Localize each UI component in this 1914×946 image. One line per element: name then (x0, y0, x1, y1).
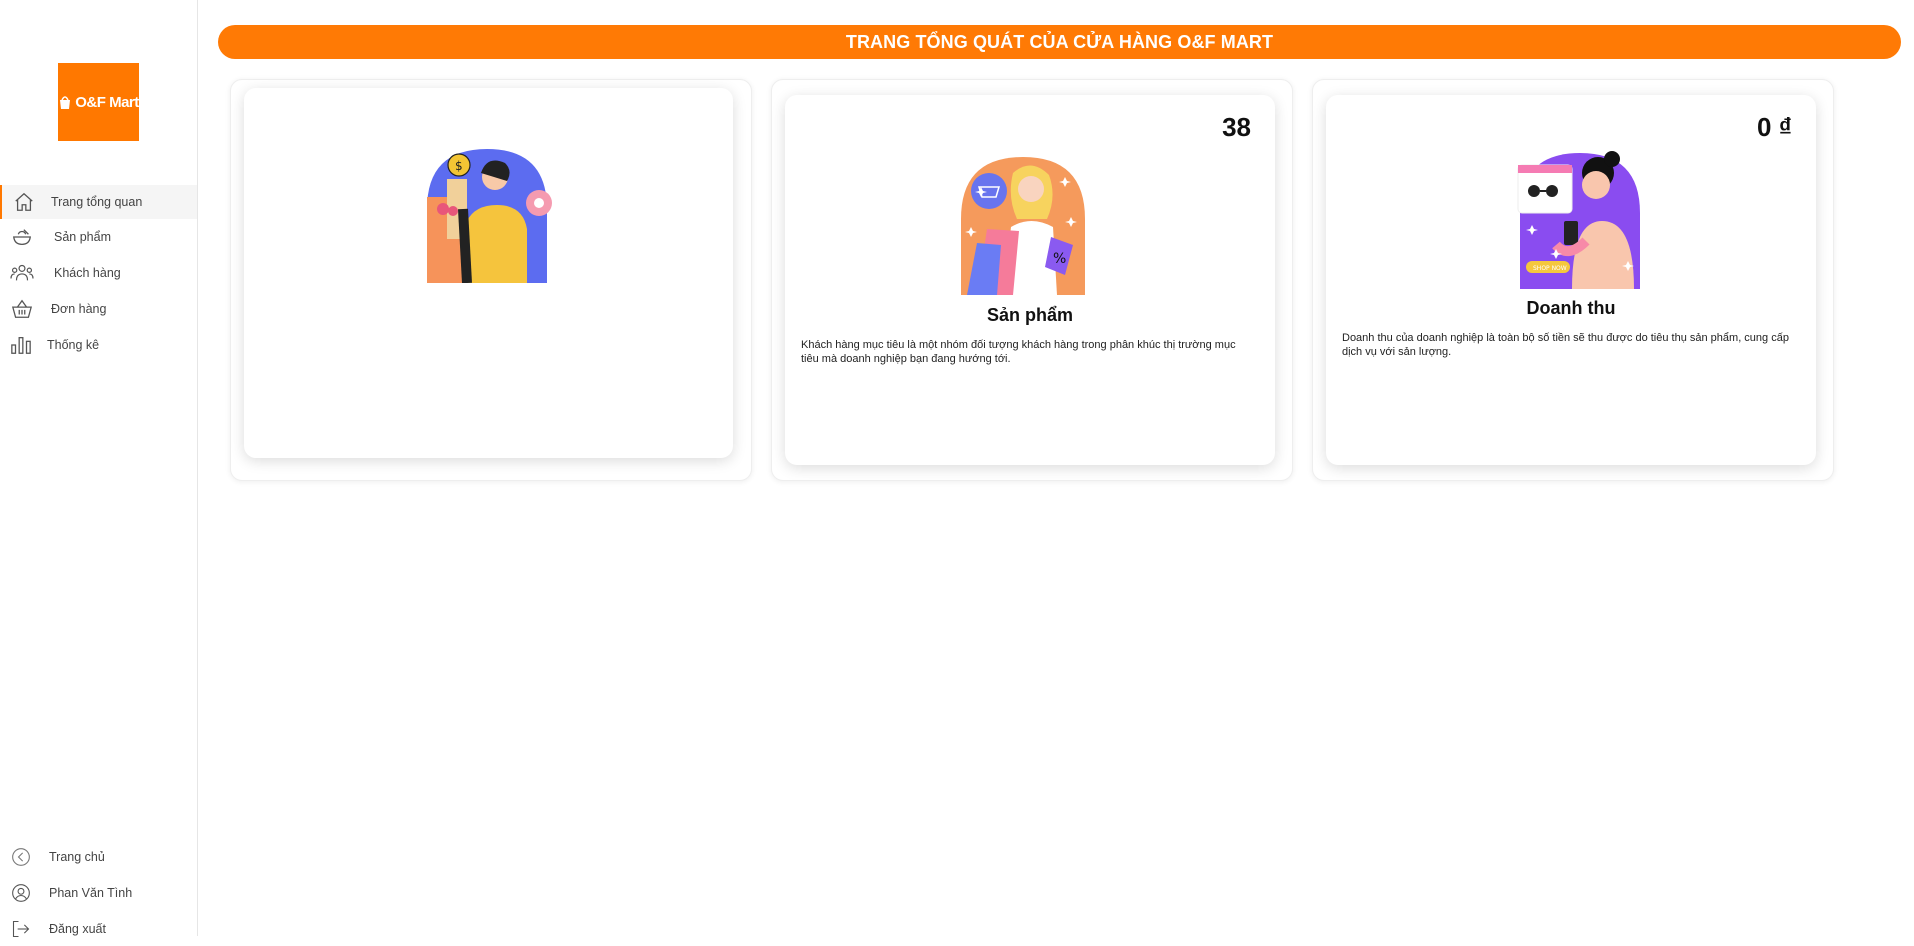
svg-text:SHOP NOW: SHOP NOW (1533, 265, 1567, 272)
online-shopping-woman-illustration: SHOP NOW (1516, 149, 1640, 294)
sidebar-item-label: Đăng xuất (49, 922, 106, 936)
card-description: Doanh thu của doanh nghiệp là toàn bộ số… (1342, 332, 1789, 358)
sidebar-item-dashboard[interactable]: Trang tổng quan (0, 185, 197, 219)
sidebar-item-label: Trang chủ (49, 850, 105, 864)
home-icon (12, 190, 36, 214)
user-circle-icon (9, 881, 33, 905)
shopper-with-bag-illustration: $ (427, 149, 555, 288)
chevron-left-circle-icon (9, 845, 33, 869)
card-description: Khách hàng mục tiêu là một nhóm đối tượn… (801, 339, 1236, 365)
users-icon (10, 261, 34, 285)
sidebar-item-label: Trang tổng quan (51, 195, 143, 209)
stat-card[interactable]: 0 ₫ SHOP NOW Doanh thu Doanh thu của doa… (1326, 95, 1816, 465)
bowl-icon (10, 225, 34, 249)
sidebar-item-orders[interactable]: Đơn hàng (0, 292, 197, 326)
stat-card-container: 0 ₫ SHOP NOW Doanh thu Doanh thu của doa… (1312, 79, 1834, 481)
basket-logo-icon (58, 94, 72, 110)
sidebar: O&F Mart Trang tổng quan Sản phẩm Khách … (0, 0, 198, 938)
stat-card[interactable]: 38 % Sản phẩm Khách hàng mục tiêu là một… (785, 95, 1275, 465)
sidebar-item-products[interactable]: Sản phẩm (0, 220, 197, 254)
shopping-girl-illustration: % (961, 157, 1085, 300)
sidebar-item-label: Khách hàng (54, 266, 121, 280)
sidebar-item-home[interactable]: Trang chủ (0, 840, 197, 874)
card-title: Sản phẩm (986, 305, 1074, 325)
sidebar-item-label: Sản phẩm (54, 230, 111, 244)
sidebar-item-profile[interactable]: Phan Văn Tình (0, 876, 197, 910)
svg-text:%: % (1053, 251, 1066, 267)
sidebar-item-statistics[interactable]: Thống kê (0, 328, 197, 362)
page-title: TRANG TỔNG QUÁT CỦA CỬA HÀNG O&F MART (218, 25, 1901, 59)
stat-card-container: $ (230, 79, 752, 481)
logo-text: O&F Mart (75, 93, 139, 111)
basket-icon (10, 297, 34, 321)
sidebar-item-logout[interactable]: Đăng xuất (0, 912, 197, 946)
sidebar-item-label: Phan Văn Tình (49, 886, 133, 900)
svg-text:$: $ (455, 159, 463, 173)
brand-logo[interactable]: O&F Mart (58, 63, 139, 141)
card-count: 0 ₫ (1756, 112, 1792, 142)
sidebar-item-label: Đơn hàng (51, 302, 107, 316)
stat-card[interactable]: $ (244, 88, 733, 458)
bar-chart-icon (9, 333, 33, 357)
logout-icon (9, 917, 33, 941)
card-count: 38 (1222, 112, 1251, 142)
sidebar-item-label: Thống kê (47, 338, 100, 352)
stat-card-container: 38 % Sản phẩm Khách hàng mục tiêu là một… (771, 79, 1293, 481)
sidebar-item-customers[interactable]: Khách hàng (0, 256, 197, 290)
card-title: Doanh thu (1526, 298, 1616, 318)
